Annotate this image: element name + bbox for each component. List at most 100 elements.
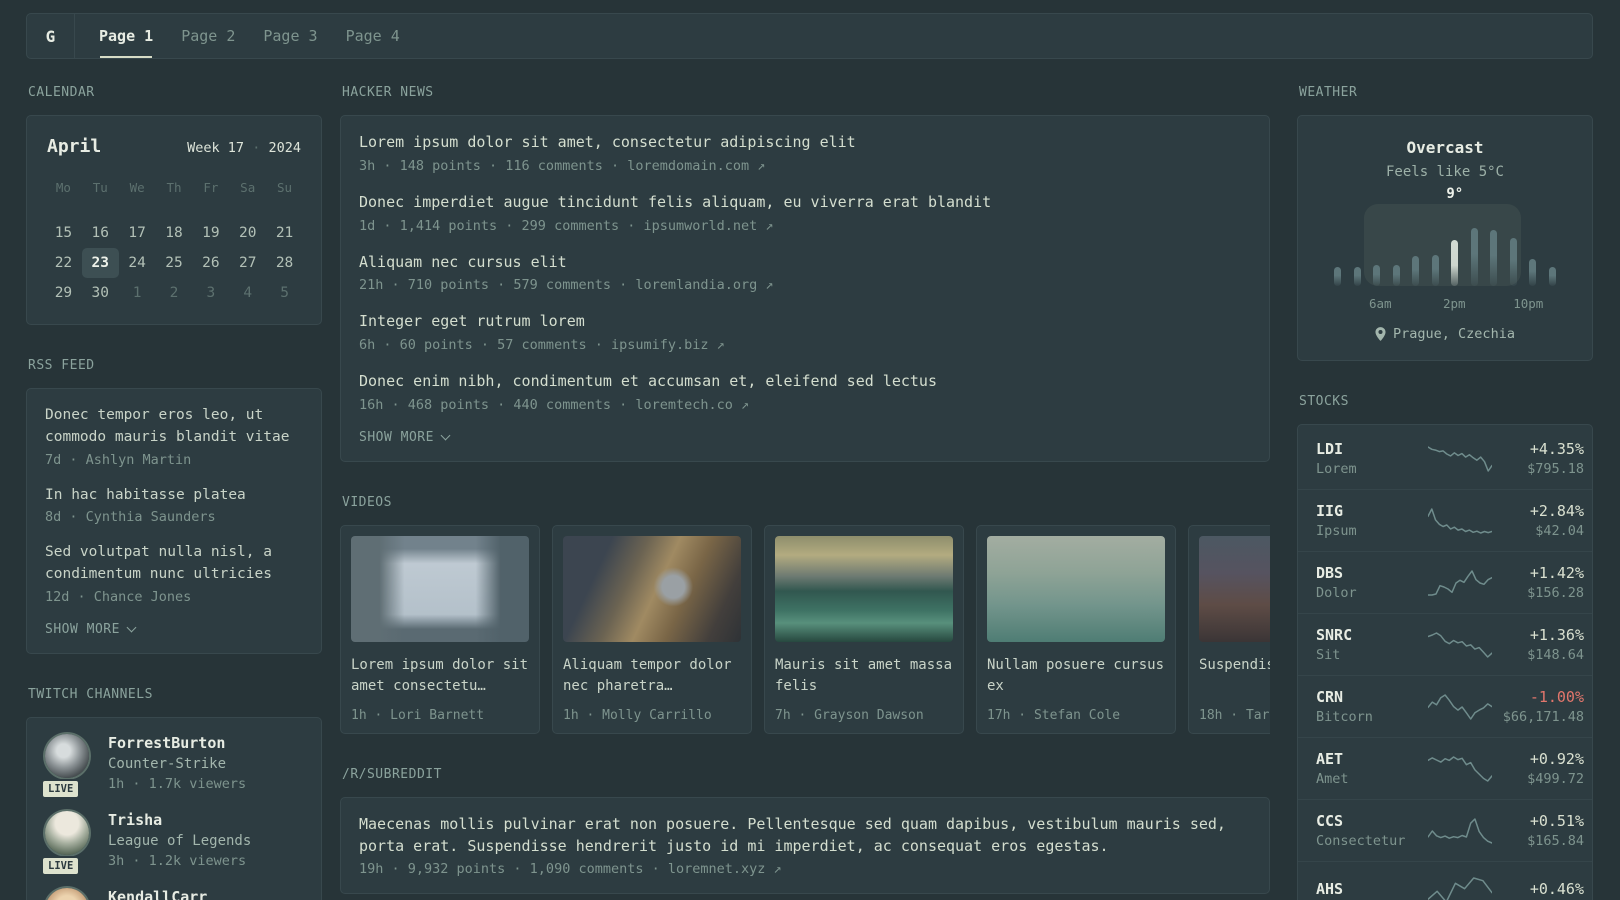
live-badge: LIVE (41, 855, 81, 876)
page-tab[interactable]: Page 4 (346, 14, 400, 58)
stock-id: DBS Dolor (1316, 564, 1428, 601)
hackernews-item-title[interactable]: Donec enim nibh, condimentum et accumsan… (359, 371, 1251, 393)
twitch-channel-meta: 3h · 1.2k viewers (108, 852, 247, 869)
weather-bar (1548, 267, 1556, 286)
stock-row[interactable]: LDI Lorem +4.35% $795.18 (1298, 428, 1592, 489)
page-tab[interactable]: Page 1 (99, 14, 153, 58)
video-card[interactable]: Suspendisse diam 18h · Tara (1188, 524, 1270, 734)
weather-section: WEATHER Overcast Feels like 5°C 9° 6am 2p… (1297, 85, 1593, 361)
calendar-day: 16 (91, 225, 109, 241)
twitch-channel-row[interactable]: LIVE Trisha League of Legends 3h · 1.2k … (41, 810, 303, 876)
stock-row[interactable]: CCS Consectetur +0.51% $165.84 (1298, 799, 1592, 861)
calendar-week-label: Week 17 (187, 140, 245, 156)
calendar-weekday: Th (166, 180, 182, 195)
twitch-channel-name[interactable]: ForrestBurton (108, 734, 246, 752)
hackernews-item-title[interactable]: Integer eget rutrum lorem (359, 311, 1251, 333)
stock-values: +0.46% (1492, 880, 1584, 900)
twitch-channel-name[interactable]: Trisha (108, 811, 251, 829)
video-title[interactable]: Nullam posuere cursus ex (987, 655, 1165, 699)
hackernews-item-meta: 16h · 468 points · 440 comments · loremt… (359, 396, 750, 413)
video-thumbnail[interactable] (987, 535, 1165, 642)
stock-name: Ipsum (1316, 523, 1357, 539)
rss-item: Sed volutpat nulla nisl, a condimentum n… (45, 542, 303, 605)
hackernews-item-title[interactable]: Donec imperdiet augue tincidunt felis al… (359, 192, 1251, 214)
right-column: WEATHER Overcast Feels like 5°C 9° 6am 2p… (1297, 85, 1593, 900)
subreddit-post-meta: 19h · 9,932 points · 1,090 comments · lo… (359, 861, 782, 878)
stock-price: $795.18 (1527, 461, 1584, 477)
columns: CALENDAR April Week 17 · 2024 Mo Tu We Th Fr… (26, 85, 1593, 900)
videos-section-title: VIDEOS (342, 494, 392, 510)
stock-name: Consectetur (1316, 833, 1406, 849)
twitch-channel-row[interactable]: LIVE ForrestBurton Counter-Strike 1h · 1… (41, 733, 303, 799)
calendar-month: April (47, 136, 102, 157)
calendar-day: 15 (54, 225, 73, 241)
video-card[interactable]: Nullam posuere cursus ex 17h · Stefan Co… (976, 524, 1176, 734)
avatar (45, 810, 89, 855)
calendar-day: 30 (91, 285, 109, 301)
stock-ticker: LDI (1316, 440, 1344, 458)
subreddit-post-title[interactable]: Maecenas mollis pulvinar erat non posuer… (359, 814, 1251, 858)
avatar (45, 733, 89, 778)
stock-row[interactable]: AHS +0.46% (1298, 861, 1592, 900)
stock-change: +0.51% (1529, 812, 1584, 830)
stock-id: AHS (1316, 880, 1428, 900)
rss-item-title[interactable]: Donec tempor eros leo, ut commodo mauris… (45, 405, 303, 449)
stock-row[interactable]: IIG Ipsum +2.84% $42.04 (1298, 489, 1592, 551)
hackernews-item-title[interactable]: Aliquam nec cursus elit (359, 252, 1251, 274)
location-pin-icon (1375, 327, 1386, 341)
hackernews-item-meta: 21h · 710 points · 579 comments · loreml… (359, 277, 774, 294)
video-card[interactable]: Lorem ipsum dolor sit amet consectetu… 1… (340, 524, 540, 734)
calendar-day: 3 (206, 285, 216, 301)
twitch-avatar-wrap: LIVE (41, 733, 91, 799)
stock-row[interactable]: CRN Bitcorn -1.00% $66,171.48 (1298, 675, 1592, 737)
page-tab[interactable]: Page 3 (263, 14, 317, 58)
hackernews-show-more-button[interactable]: SHOW MORE (359, 430, 1251, 445)
rss-list: Donec tempor eros leo, ut commodo mauris… (45, 405, 303, 605)
stock-row[interactable]: DBS Dolor +1.42% $156.28 (1298, 551, 1592, 613)
video-meta: 1h · Molly Carrillo (563, 707, 712, 723)
page-tab[interactable]: Page 2 (181, 14, 235, 58)
stock-sparkline (1428, 443, 1492, 475)
video-title[interactable]: Aliquam tempor dolor nec pharetra… (563, 655, 741, 699)
weather-location: Prague, Czechia (1393, 326, 1515, 342)
rss-section-title: RSS FEED (28, 358, 95, 373)
video-thumbnail[interactable] (1199, 535, 1270, 642)
stock-ticker: DBS (1316, 564, 1344, 582)
twitch-channel-meta: 1h · 1.7k viewers (108, 775, 247, 792)
video-card[interactable]: Mauris sit amet massa felis 7h · Grayson… (764, 524, 964, 734)
app-logo: G (45, 26, 56, 46)
video-title[interactable]: Lorem ipsum dolor sit amet consectetu… (351, 655, 529, 699)
calendar-day: 5 (280, 285, 289, 301)
rss-item-title[interactable]: In hac habitasse platea (45, 485, 303, 507)
hackernews-item: Aliquam nec cursus elit 21h · 710 points… (359, 252, 1251, 294)
calendar-day: 1 (132, 285, 142, 301)
calendar-day: 2 (169, 285, 179, 301)
stock-row[interactable]: SNRC Sit +1.36% $148.64 (1298, 613, 1592, 675)
hackernews-item: Lorem ipsum dolor sit amet, consectetur … (359, 132, 1251, 174)
twitch-channel-row[interactable]: KendallCarr (45, 887, 303, 900)
hackernews-list: Lorem ipsum dolor sit amet, consectetur … (359, 132, 1251, 413)
video-card[interactable]: Aliquam tempor dolor nec pharetra… 1h · … (552, 524, 752, 734)
nav-divider (74, 14, 75, 58)
video-title[interactable]: Suspendisse diam (1199, 655, 1270, 699)
video-thumbnail[interactable] (775, 535, 953, 642)
stock-change: +4.35% (1529, 440, 1584, 458)
calendar-weekday: Tu (92, 180, 108, 195)
twitch-channel-info: KendallCarr (108, 888, 207, 900)
rss-show-more-button[interactable]: SHOW MORE (45, 622, 303, 637)
hackernews-item-title[interactable]: Lorem ipsum dolor sit amet, consectetur … (359, 132, 1251, 154)
rss-section: RSS FEED Donec tempor eros leo, ut commo… (26, 358, 322, 654)
stock-name: Lorem (1316, 461, 1357, 477)
calendar-year: 2024 (268, 140, 301, 156)
twitch-channel-name[interactable]: KendallCarr (108, 888, 207, 900)
calendar-day: 26 (202, 255, 220, 271)
video-thumbnail[interactable] (563, 535, 741, 642)
rss-item-title[interactable]: Sed volutpat nulla nisl, a condimentum n… (45, 542, 303, 586)
stock-ticker: AHS (1316, 879, 1344, 898)
stock-row[interactable]: AET Amet +0.92% $499.72 (1298, 737, 1592, 799)
video-thumbnail[interactable] (351, 535, 529, 642)
video-title[interactable]: Mauris sit amet massa felis (775, 655, 953, 699)
twitch-channel-game: Counter-Strike (108, 755, 227, 772)
video-meta: 18h · Tara (1199, 707, 1270, 723)
weather-hour-label: 6am (1368, 296, 1392, 311)
